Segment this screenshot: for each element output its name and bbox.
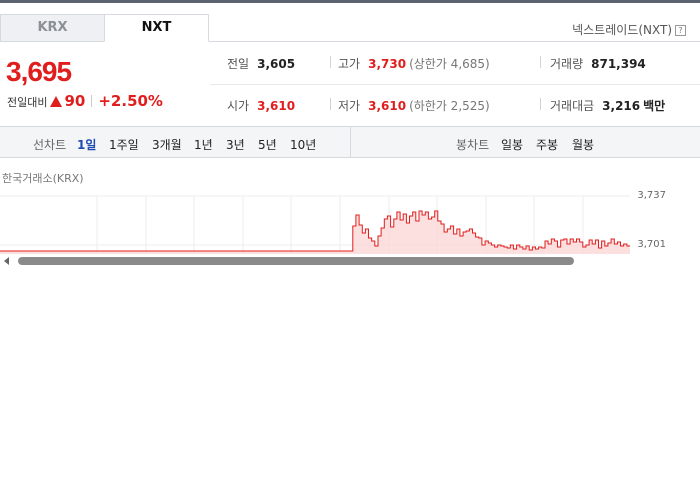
stat-divider xyxy=(540,98,541,110)
stat-divider xyxy=(540,56,541,68)
stat-prev-close-value: 3,605 xyxy=(257,57,296,71)
stat-divider xyxy=(330,56,331,68)
intraday-chart xyxy=(0,195,630,256)
market-tabs: KRX NXT 넥스트레이드(NXT)? xyxy=(0,14,700,42)
change-rate: +2.50% xyxy=(98,92,163,110)
period-10y[interactable]: 10년 xyxy=(290,136,316,153)
triangle-up-icon xyxy=(50,96,63,107)
change-value: 90 xyxy=(64,92,86,110)
period-1d[interactable]: 1일 xyxy=(77,136,96,153)
stat-divider xyxy=(330,98,331,110)
period-5y[interactable]: 5년 xyxy=(258,136,277,153)
top-border xyxy=(0,0,700,3)
stat-low-value: 3,610 xyxy=(368,99,407,113)
stat-amount-value: 3,216 xyxy=(602,99,641,113)
help-icon[interactable]: ? xyxy=(675,25,686,36)
stat-low: 저가 3,610 (하한가 2,525) xyxy=(338,97,490,114)
candle-weekly[interactable]: 주봉 xyxy=(536,136,558,153)
stat-prev-close-label: 전일 xyxy=(227,57,250,71)
period-bar-divider xyxy=(350,127,351,158)
stat-prev-close: 전일 3,605 xyxy=(227,55,295,72)
line-chart-label: 선차트 xyxy=(33,138,67,152)
y-tick-label: 3,737 xyxy=(637,190,666,201)
candle-chart-label: 봉차트 xyxy=(456,138,490,152)
stat-volume-label: 거래량 xyxy=(550,57,584,71)
period-3y[interactable]: 3년 xyxy=(226,136,245,153)
candle-daily[interactable]: 일봉 xyxy=(501,136,523,153)
stat-high-value: 3,730 xyxy=(368,57,407,71)
period-1w[interactable]: 1주일 xyxy=(109,136,139,153)
stat-open-label: 시가 xyxy=(227,99,250,113)
y-tick-label: 3,701 xyxy=(637,239,666,250)
candle-monthly[interactable]: 월봉 xyxy=(572,136,594,153)
stat-lower-limit: (하한가 2,525) xyxy=(409,99,490,113)
stat-open: 시가 3,610 xyxy=(227,97,295,114)
chart-period-bar: 선차트 1일 1주일 3개월 1년 3년 5년 10년 봉차트 일봉 주봉 월봉 xyxy=(0,127,700,158)
stat-high-label: 고가 xyxy=(338,57,361,71)
stat-low-label: 저가 xyxy=(338,99,361,113)
scroll-thumb[interactable] xyxy=(18,257,574,265)
trade-venue-label: 넥스트레이드(NXT)? xyxy=(572,21,686,38)
stat-amount: 거래대금 3,216 백만 xyxy=(550,97,665,114)
stat-amount-unit: 백만 xyxy=(643,99,666,113)
trade-venue-text: 넥스트레이드(NXT) xyxy=(572,23,672,37)
stat-volume: 거래량 871,394 xyxy=(550,55,646,72)
change-divider xyxy=(91,95,93,107)
current-price: 3,695 xyxy=(6,56,72,87)
stat-high: 고가 3,730 (상한가 4,685) xyxy=(338,55,490,72)
stat-volume-value: 871,394 xyxy=(591,57,646,71)
tab-krx[interactable]: KRX xyxy=(0,14,105,42)
stat-upper-limit: (상한가 4,685) xyxy=(409,57,490,71)
period-3m[interactable]: 3개월 xyxy=(152,136,182,153)
stat-amount-label: 거래대금 xyxy=(550,99,595,113)
period-1y[interactable]: 1년 xyxy=(194,136,213,153)
stats-row-divider xyxy=(210,84,700,85)
tab-nxt[interactable]: NXT xyxy=(104,14,209,42)
scroll-left-icon[interactable] xyxy=(4,257,9,265)
stat-open-value: 3,610 xyxy=(257,99,296,113)
change-label: 전일대비 xyxy=(7,96,48,109)
tabs-rule xyxy=(209,41,700,42)
chart-scrollbar[interactable] xyxy=(0,254,700,268)
price-change: 전일대비 90 +2.50% xyxy=(7,92,163,110)
chart-market-label: 한국거래소(KRX) xyxy=(2,172,84,185)
